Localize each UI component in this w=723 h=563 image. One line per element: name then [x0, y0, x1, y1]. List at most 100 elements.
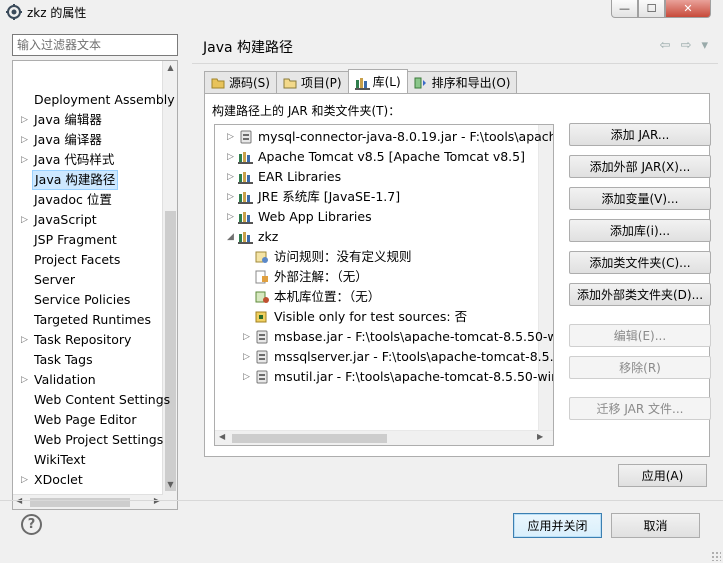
close-button[interactable]: ✕: [665, 0, 711, 18]
nav-item-label: Java 代码样式: [34, 152, 115, 167]
expand-arrow-icon[interactable]: ▷: [227, 167, 234, 187]
access-rules-icon: [254, 250, 270, 264]
build-path-label: 构建路径上的 JAR 和类文件夹(T)：: [212, 104, 401, 118]
forward-arrow-icon[interactable]: ⇨: [681, 38, 692, 53]
nav-item-label: Task Tags: [34, 352, 93, 367]
expand-arrow-icon[interactable]: ▷: [21, 110, 28, 130]
library-tree-row-text: mysql-connector-java-8.0.19.jar - F:\too…: [258, 129, 554, 144]
migrate-jar-button[interactable]: 迁移 JAR 文件...: [569, 397, 711, 420]
library-tree-row-text: 本机库位置：（无）: [274, 289, 381, 304]
library-icon: [238, 210, 254, 224]
add-external-class-folder-button[interactable]: 添加外部类文件夹(D)...: [569, 283, 711, 306]
footer-divider: [0, 500, 723, 501]
expand-arrow-icon[interactable]: ▷: [21, 130, 28, 150]
annotation-icon: [254, 270, 270, 284]
maximize-button[interactable]: ☐: [638, 0, 665, 18]
scroll-down-arrow-icon[interactable]: ▼: [163, 480, 177, 489]
library-tree-row-text: Visible only for test sources: 否: [274, 309, 468, 324]
tab[interactable]: 源码(S): [204, 71, 277, 93]
tab[interactable]: 项目(P): [275, 71, 349, 93]
nav-item-label: Web Project Settings: [34, 432, 164, 447]
resize-grip[interactable]: [711, 551, 721, 561]
expand-arrow-icon[interactable]: ▷: [21, 470, 28, 490]
jar-icon: [238, 130, 254, 144]
add-external-jar-button[interactable]: 添加外部 JAR(X)...: [569, 155, 711, 178]
expand-arrow-icon[interactable]: ◢: [227, 227, 234, 247]
add-library-button[interactable]: 添加库(i)...: [569, 219, 711, 242]
cancel-button[interactable]: 取消: [611, 513, 700, 538]
header-divider: [192, 63, 718, 64]
expand-arrow-icon[interactable]: ▷: [21, 330, 28, 350]
library-tree-horizontal-scrollbar[interactable]: ◀ ▶: [215, 430, 553, 445]
scroll-right-arrow-icon[interactable]: ▶: [537, 432, 543, 441]
library-tree-row-text: 访问规则：没有定义规则: [274, 249, 412, 264]
expand-arrow-icon[interactable]: ▷: [21, 210, 28, 230]
order-export-icon: [414, 77, 428, 89]
nav-item-label: XDoclet: [34, 472, 83, 487]
jar-icon: [254, 370, 270, 384]
expand-arrow-icon[interactable]: ▷: [227, 187, 234, 207]
nav-item-label: Java 编辑器: [34, 112, 102, 127]
edit-button[interactable]: 编辑(E)...: [569, 324, 711, 347]
nav-item-label: Task Repository: [34, 332, 132, 347]
expand-arrow-icon[interactable]: ▷: [227, 127, 234, 147]
title-bar: zkz 的属性 — ☐ ✕: [0, 0, 723, 24]
expand-arrow-icon[interactable]: ▷: [21, 150, 28, 170]
library-tree-row-text: msbase.jar - F:\tools\apache-tomcat-8.5.…: [274, 329, 554, 344]
add-variable-button[interactable]: 添加变量(V)...: [569, 187, 711, 210]
library-tree-row-text: zkz: [258, 229, 279, 244]
expand-arrow-icon[interactable]: ▷: [21, 370, 28, 390]
history-navigation: ⇦ ⇨ ▾: [660, 38, 708, 53]
properties-window-icon: [6, 4, 22, 20]
view-menu-icon[interactable]: ▾: [701, 38, 708, 53]
nav-item-label: JSP Fragment: [34, 232, 117, 247]
category-tree: ▲ ▼ ◀ ▶ Deployment Assembly ▷ Java 编辑器 ▷ Jav…: [12, 60, 178, 510]
expand-arrow-icon[interactable]: ▷: [227, 147, 234, 167]
nav-item-label: Project Facets: [34, 252, 121, 267]
right-panel: Java 构建路径 ⇦ ⇨ ▾ 源码(S) 项目(P) 库(L) 排序和导出(O) 构…: [192, 30, 718, 495]
scroll-left-arrow-icon[interactable]: ◀: [219, 432, 225, 441]
nav-item-label: Service Policies: [34, 292, 131, 307]
library-tree-row-text: mssqlserver.jar - F:\tools\apache-tomcat…: [274, 349, 554, 364]
scroll-thumb[interactable]: [232, 434, 387, 443]
back-arrow-icon[interactable]: ⇦: [660, 38, 671, 53]
help-icon[interactable]: ?: [21, 514, 42, 535]
library-icon: [238, 170, 254, 184]
left-panel: ▲ ▼ ◀ ▶ Deployment Assembly ▷ Java 编辑器 ▷ Jav…: [8, 30, 181, 510]
library-tree-row-text: 外部注解：（无）: [274, 269, 368, 284]
native-library-icon: [254, 290, 270, 304]
expand-arrow-icon[interactable]: ▷: [243, 347, 250, 367]
apply-button[interactable]: 应用(A): [618, 464, 707, 487]
library-icon: [238, 230, 254, 244]
filter-input[interactable]: [12, 34, 178, 56]
category-tree-vertical-scrollbar[interactable]: ▲ ▼: [162, 61, 177, 509]
expand-arrow-icon[interactable]: ▷: [227, 207, 234, 227]
expand-arrow-icon[interactable]: ▷: [243, 367, 250, 387]
tab-label: 源码(S): [229, 76, 270, 90]
category-tree-horizontal-scrollbar[interactable]: ◀ ▶: [13, 494, 163, 509]
minimize-button[interactable]: —: [611, 0, 638, 18]
tab[interactable]: 排序和导出(O): [406, 71, 518, 93]
project-icon: [283, 77, 297, 89]
jar-icon: [254, 350, 270, 364]
library-tree-row-text: JRE 系统库 [JavaSE-1.7]: [258, 189, 401, 204]
scroll-thumb[interactable]: [165, 211, 176, 491]
add-class-folder-button[interactable]: 添加类文件夹(C)...: [569, 251, 711, 274]
nav-item-label: Targeted Runtimes: [34, 312, 151, 327]
nav-item-label: Validation: [34, 372, 96, 387]
library-icon: [238, 190, 254, 204]
library-tree: ◀ ▶ ▷ mysql-connector-java-8.0.19.jar - F…: [214, 124, 554, 446]
library-tree-row-text: EAR Libraries: [258, 169, 342, 184]
scroll-up-arrow-icon[interactable]: ▲: [163, 63, 177, 72]
tab-label: 项目(P): [300, 76, 342, 90]
tab[interactable]: 库(L): [347, 69, 408, 93]
apply-and-close-button[interactable]: 应用并关闭: [513, 513, 602, 538]
add-jar-button[interactable]: 添加 JAR...: [569, 123, 711, 146]
folder-source-icon: [211, 77, 225, 89]
library-tree-row-text: Web App Libraries: [258, 209, 372, 224]
nav-item-label: Java 编译器: [34, 132, 102, 147]
remove-button[interactable]: 移除(R): [569, 356, 711, 379]
expand-arrow-icon[interactable]: ▷: [243, 327, 250, 347]
test-visibility-icon: [254, 310, 270, 324]
nav-item-label: Deployment Assembly: [34, 92, 175, 107]
